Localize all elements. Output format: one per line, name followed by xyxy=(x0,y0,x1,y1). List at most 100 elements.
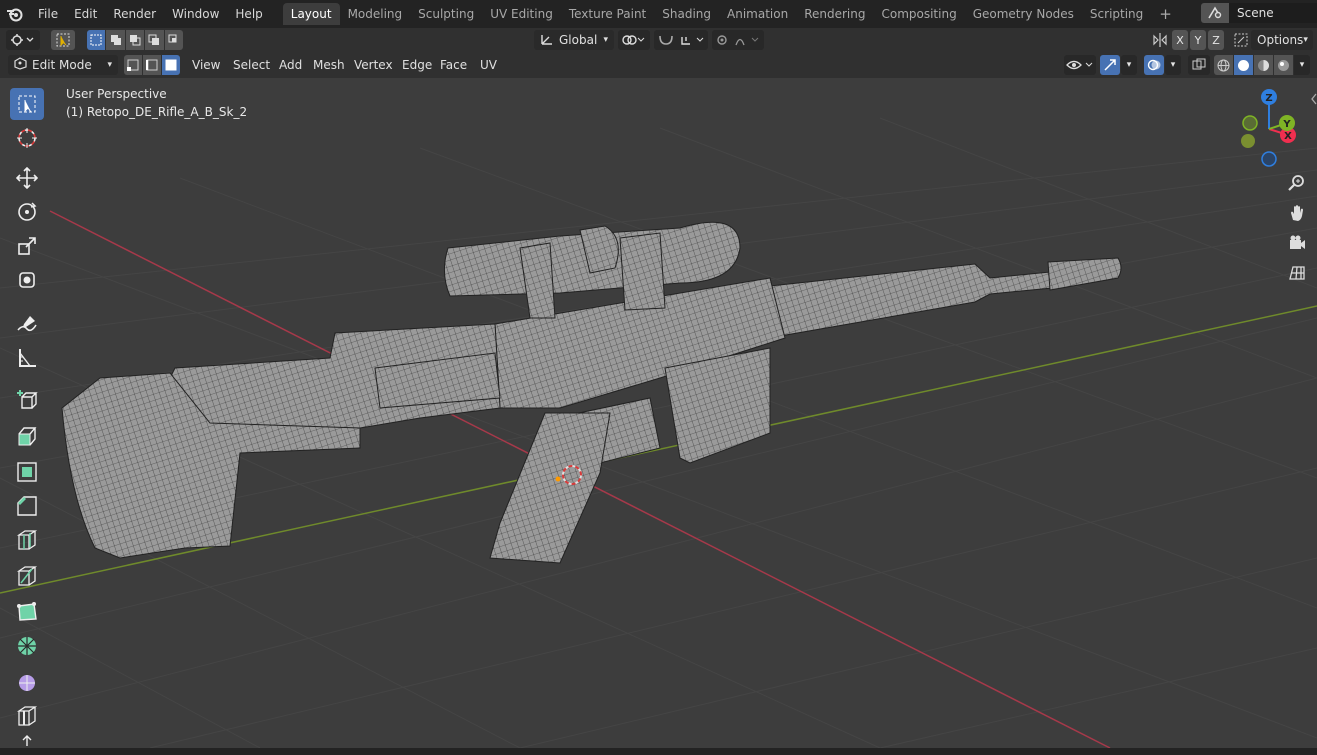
active-tool-icon[interactable] xyxy=(51,30,75,50)
tab-sculpting[interactable]: Sculpting xyxy=(410,3,482,25)
menu-uv[interactable]: UV xyxy=(476,55,501,75)
tab-layout[interactable]: Layout xyxy=(282,3,340,25)
face-select-icon[interactable] xyxy=(162,55,180,75)
select-new-icon[interactable] xyxy=(87,30,106,50)
shrink-fatten-icon[interactable] xyxy=(10,734,44,748)
select-subtract-icon[interactable] xyxy=(125,30,145,50)
rotate-icon[interactable] xyxy=(10,196,44,228)
extrude-icon[interactable] xyxy=(10,420,44,452)
menu-file[interactable]: File xyxy=(30,0,66,28)
mirror-x-toggle[interactable]: X xyxy=(1172,30,1188,50)
scene-icon[interactable] xyxy=(1201,3,1229,23)
menu-face[interactable]: Face xyxy=(436,55,471,75)
menu-edge[interactable]: Edge xyxy=(398,55,436,75)
overlays-toggle-icon[interactable] xyxy=(1144,55,1164,75)
cursor-icon[interactable] xyxy=(10,122,44,154)
tab-compositing[interactable]: Compositing xyxy=(873,3,964,25)
inset-icon[interactable] xyxy=(10,456,44,488)
mirror-z-toggle[interactable]: Z xyxy=(1208,30,1224,50)
add-workspace-button[interactable]: + xyxy=(1151,3,1173,25)
selection-mode-buttons xyxy=(87,30,184,50)
select-extend-icon[interactable] xyxy=(106,30,125,50)
mode-dropdown[interactable]: Edit Mode ▾ xyxy=(8,55,118,75)
pan-hand-icon[interactable] xyxy=(1283,199,1311,227)
tab-modeling[interactable]: Modeling xyxy=(340,3,411,25)
tab-animation[interactable]: Animation xyxy=(719,3,796,25)
wireframe-shading-icon[interactable] xyxy=(1214,55,1233,75)
viewport-header: Edit Mode ▾ View Select Add Mesh Vertex … xyxy=(0,52,1317,78)
tab-uv-editing[interactable]: UV Editing xyxy=(482,3,561,25)
viewport-scene xyxy=(0,117,1317,748)
left-toolbar xyxy=(0,78,54,748)
menu-vertex[interactable]: Vertex xyxy=(350,55,397,75)
xray-toggle-icon[interactable] xyxy=(1188,55,1210,75)
select-box-icon[interactable] xyxy=(10,88,44,120)
transform-icon[interactable] xyxy=(10,264,44,296)
poly-build-icon[interactable] xyxy=(10,596,44,628)
chevron-down-icon[interactable]: ▾ xyxy=(1121,55,1137,75)
select-intersect-icon[interactable] xyxy=(164,30,184,50)
menu-add[interactable]: Add xyxy=(275,55,306,75)
navigation-gizmo[interactable]: X Z Y xyxy=(1228,86,1317,176)
ortho-grid-icon[interactable] xyxy=(1283,259,1311,287)
transform-orientation-dropdown[interactable]: Global ▾ xyxy=(534,30,614,50)
move-icon[interactable] xyxy=(10,162,44,194)
mirror-icon xyxy=(1150,30,1170,50)
select-invert-icon[interactable] xyxy=(145,30,164,50)
scale-icon[interactable] xyxy=(10,230,44,262)
editor-type-dropdown[interactable] xyxy=(6,30,40,50)
edge-slide-icon[interactable] xyxy=(10,700,44,732)
edge-select-icon[interactable] xyxy=(143,55,161,75)
menu-mesh[interactable]: Mesh xyxy=(309,55,349,75)
tab-texture-paint[interactable]: Texture Paint xyxy=(561,3,654,25)
tab-geometry-nodes[interactable]: Geometry Nodes xyxy=(965,3,1082,25)
perspective-label: User Perspective xyxy=(66,87,167,101)
camera-icon[interactable] xyxy=(1283,229,1311,257)
solid-shading-icon[interactable] xyxy=(1234,55,1253,75)
chevron-down-icon[interactable]: ▾ xyxy=(1165,55,1181,75)
auto-merge-icon[interactable] xyxy=(1230,30,1252,50)
mirror-axis-controls: X Y Z xyxy=(1150,30,1252,50)
visibility-dropdown[interactable] xyxy=(1064,55,1096,75)
scene-selector[interactable]: Scene xyxy=(1201,3,1317,23)
3d-viewport[interactable]: User Perspective (1) Retopo_DE_Rifle_A_B… xyxy=(0,78,1317,748)
annotate-icon[interactable] xyxy=(10,308,44,340)
overlay-controls: ▾ xyxy=(1144,55,1181,75)
rifle-mesh[interactable] xyxy=(61,221,1122,564)
measure-icon[interactable] xyxy=(10,342,44,374)
menu-select[interactable]: Select xyxy=(229,55,274,75)
loop-cut-icon[interactable] xyxy=(10,524,44,556)
gizmo-neg-y[interactable] xyxy=(1242,115,1258,131)
mirror-y-toggle[interactable]: Y xyxy=(1190,30,1206,50)
vertex-select-icon[interactable] xyxy=(124,55,142,75)
menu-edit[interactable]: Edit xyxy=(66,0,105,28)
zoom-icon[interactable] xyxy=(1283,169,1311,197)
spin-icon[interactable] xyxy=(10,630,44,662)
menu-help[interactable]: Help xyxy=(227,0,270,28)
blender-logo-icon[interactable] xyxy=(0,0,30,28)
bevel-icon[interactable] xyxy=(10,490,44,522)
pivot-point-dropdown[interactable] xyxy=(618,30,650,50)
menu-render[interactable]: Render xyxy=(105,0,164,28)
material-shading-icon[interactable] xyxy=(1254,55,1273,75)
add-cube-icon[interactable] xyxy=(10,384,44,416)
knife-icon[interactable] xyxy=(10,560,44,592)
tab-scripting[interactable]: Scripting xyxy=(1082,3,1151,25)
shading-mode-buttons: ▾ xyxy=(1214,55,1310,75)
gizmo-neg-x-ball[interactable] xyxy=(1241,134,1255,148)
tab-rendering[interactable]: Rendering xyxy=(796,3,873,25)
smooth-icon[interactable] xyxy=(10,666,44,698)
rendered-shading-icon[interactable] xyxy=(1274,55,1293,75)
scene-name-field[interactable]: Scene xyxy=(1229,3,1317,23)
chevron-down-icon[interactable]: ▾ xyxy=(1294,55,1310,75)
proportional-editing-controls[interactable] xyxy=(712,30,764,50)
menu-view[interactable]: View xyxy=(188,55,224,75)
workspace-tabs: Layout Modeling Sculpting UV Editing Tex… xyxy=(282,0,1174,28)
gizmo-toggle-icon[interactable] xyxy=(1100,55,1120,75)
snapping-controls[interactable] xyxy=(654,30,708,50)
options-dropdown[interactable]: Options ▾ xyxy=(1251,30,1313,50)
tab-shading[interactable]: Shading xyxy=(654,3,719,25)
menu-window[interactable]: Window xyxy=(164,0,227,28)
sidebar-toggle-icon[interactable] xyxy=(1310,92,1317,106)
gizmo-neg-z[interactable] xyxy=(1261,151,1277,167)
